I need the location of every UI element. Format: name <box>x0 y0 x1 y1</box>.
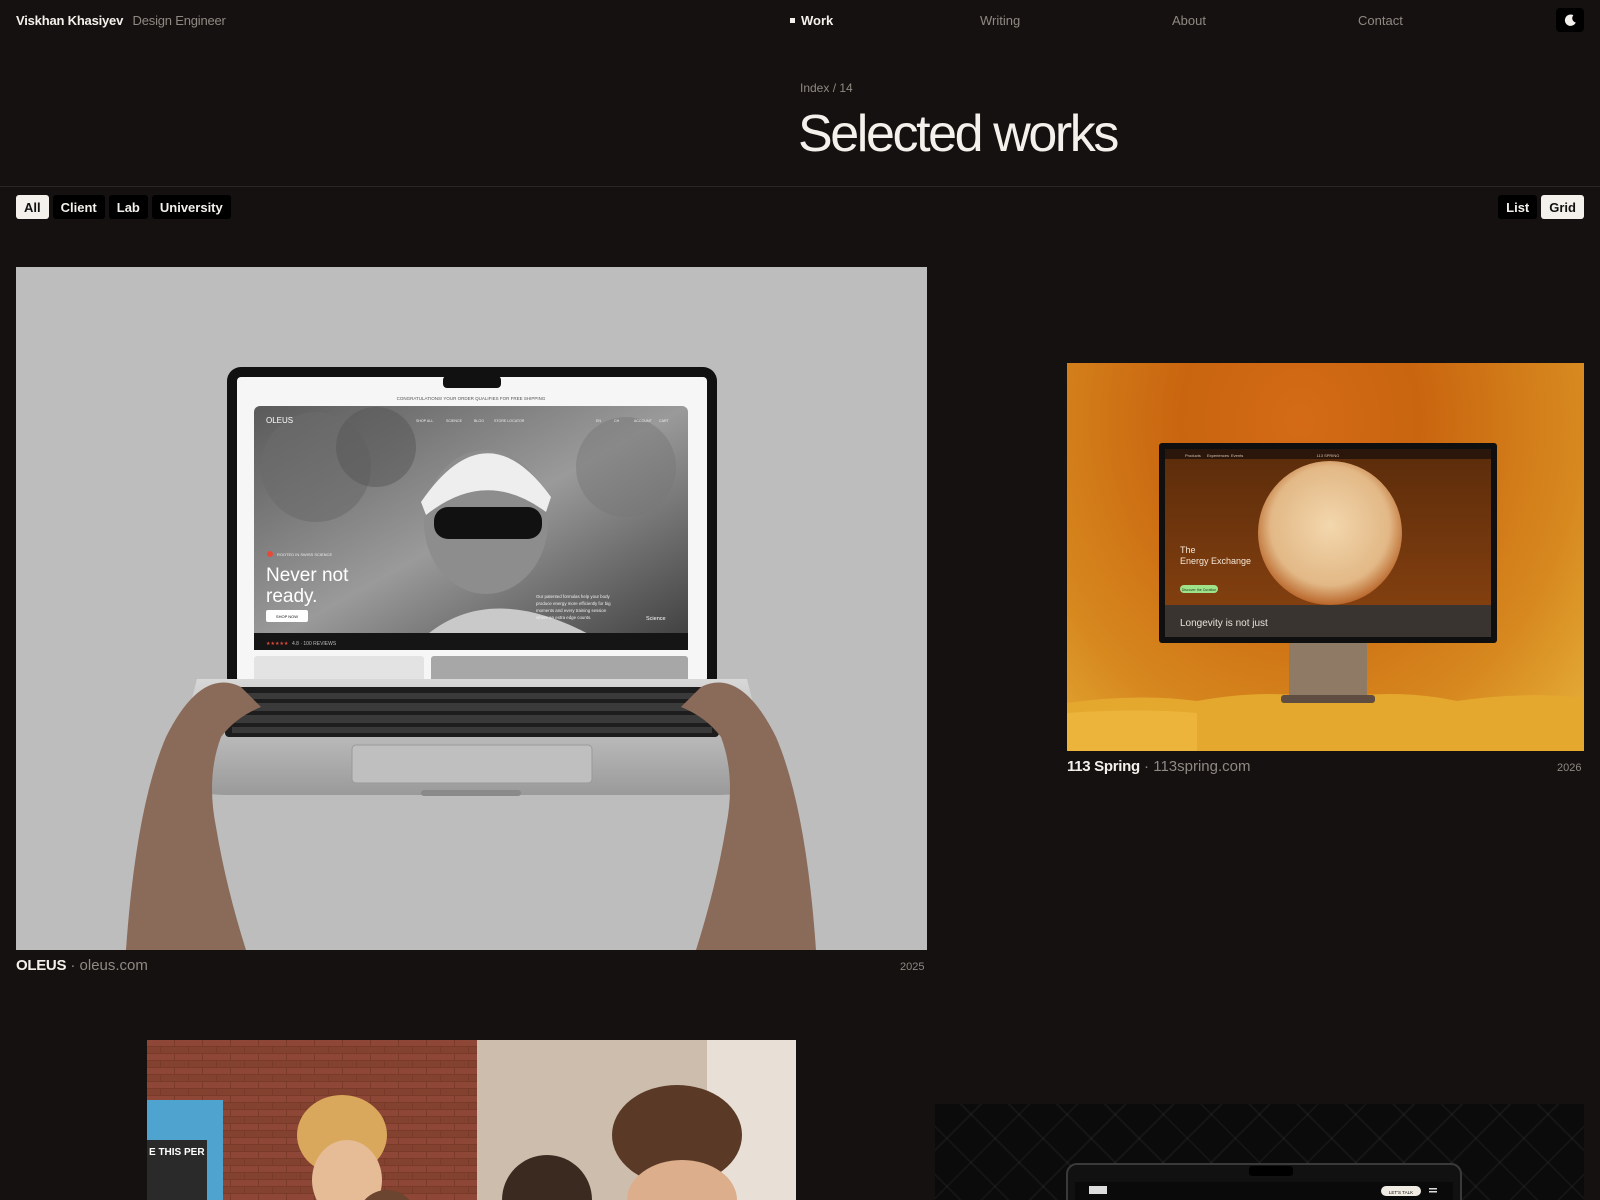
theme-toggle-button[interactable] <box>1556 8 1584 32</box>
svg-text:★★★★★: ★★★★★ <box>266 641 289 647</box>
site-header: Viskhan Khasiyev Design Engineer Work Wr… <box>0 0 1600 42</box>
index-label: Index / 14 <box>800 81 853 95</box>
oleus-site-cart: CART <box>659 419 670 423</box>
brand-name: Viskhan Khasiyev <box>16 13 124 28</box>
oleus-site-blurb-4: where an extra edge counts. <box>536 615 591 620</box>
spring-site-headline-2: Energy Exchange <box>1180 556 1251 566</box>
work-domain: 113spring.com <box>1153 758 1251 775</box>
work-year: 2025 <box>900 961 925 973</box>
oleus-site-lang-ch: CH <box>614 419 620 423</box>
spring-site-nav-events: Events <box>1231 453 1243 458</box>
filter-bar: All Client Lab University <box>16 195 231 219</box>
oleus-site-blurb-1: Our patented formulas help your body <box>536 594 611 599</box>
work-title: OLEUS <box>16 957 67 974</box>
divider <box>0 186 1600 187</box>
spring-site-button: Discover the Curation <box>1182 588 1217 592</box>
oleus-site-lang-en: EN <box>596 419 601 423</box>
nav-item-work[interactable]: Work <box>790 13 833 28</box>
oleus-site-blurb-3: moments and every training session <box>536 608 607 613</box>
oleus-site-menu-science: SCIENCE <box>446 419 463 423</box>
caption-separator: · <box>1144 758 1150 775</box>
team-photo-image: E THIS PER <box>147 1040 796 1200</box>
spring-site-headline-1: The <box>1180 545 1196 555</box>
oleus-site-badge: ROOTED IN SWISS SCIENCE <box>277 552 332 557</box>
filter-university[interactable]: University <box>151 195 231 219</box>
work-title: 113 Spring <box>1067 758 1140 775</box>
spring-site-strip-text: Longevity is not just <box>1180 618 1268 629</box>
oleus-site-menu-shop: SHOP ALL <box>416 419 433 423</box>
oleus-site-headline-2: ready. <box>266 586 317 607</box>
monitor-mockup-image: Products Experiences Events 113 SPRING T… <box>1067 443 1584 751</box>
view-toggle: List Grid <box>1498 195 1584 219</box>
dark-laptop-mockup-image: LET'S TALK <box>1066 1163 1462 1200</box>
oleus-site-cta: SHOP NOW <box>276 614 298 619</box>
oleus-promo-bar: CONGRATULATIONS! YOUR ORDER QUALIFIES FO… <box>397 396 546 401</box>
oleus-site-blurb-2: produce energy more efficiently for big <box>536 601 611 606</box>
active-indicator-icon <box>790 18 795 23</box>
oleus-site-account: ACCOUNT <box>634 419 653 423</box>
spring-site-nav-experiences: Experiences <box>1207 453 1229 458</box>
oleus-site-menu-blog: BLOG <box>474 419 484 423</box>
work-domain: oleus.com <box>79 957 148 974</box>
filter-client[interactable]: Client <box>52 195 105 219</box>
spring-site-nav-products: Products <box>1185 453 1201 458</box>
people-screen-overlay-text: E THIS PER <box>149 1147 205 1158</box>
oleus-site-logo: OLEUS <box>266 416 293 425</box>
work-card-people-thumbnail[interactable]: E THIS PER <box>147 1040 796 1200</box>
work-card-dark-thumbnail[interactable]: LET'S TALK <box>935 1104 1584 1200</box>
moon-icon <box>1564 14 1576 26</box>
work-card-oleus-caption[interactable]: OLEUS · oleus.com <box>16 957 148 974</box>
laptop-mockup-image: ★★★★★ 4.8 · 100 REVIEWS CONGRATULATIONS!… <box>126 367 816 950</box>
work-year: 2026 <box>1557 762 1582 774</box>
page-title: Selected works <box>798 105 1119 163</box>
nav-item-label: Work <box>801 13 834 28</box>
view-list-button[interactable]: List <box>1498 195 1538 219</box>
oleus-site-science-link: Science <box>646 616 666 622</box>
dark-site-talk-button: LET'S TALK <box>1389 1190 1413 1195</box>
oleus-rating: 4.8 · 100 REVIEWS <box>292 641 337 647</box>
brand[interactable]: Viskhan Khasiyev Design Engineer <box>16 13 226 28</box>
oleus-site-headline-1: Never not <box>266 565 349 586</box>
filter-all[interactable]: All <box>16 195 49 219</box>
work-card-113spring-thumbnail[interactable]: Products Experiences Events 113 SPRING T… <box>1067 363 1584 751</box>
brand-role: Design Engineer <box>132 13 226 28</box>
oleus-site-menu-store: STORE LOCATOR <box>494 419 525 423</box>
work-card-oleus-thumbnail[interactable]: ★★★★★ 4.8 · 100 REVIEWS CONGRATULATIONS!… <box>16 267 927 950</box>
nav-item-about[interactable]: About <box>1172 13 1206 28</box>
nav-item-writing[interactable]: Writing <box>980 13 1020 28</box>
spring-site-brand: 113 SPRING <box>1317 453 1340 458</box>
work-card-113spring-caption[interactable]: 113 Spring · 113spring.com <box>1067 758 1251 775</box>
caption-separator: · <box>70 957 76 974</box>
view-grid-button[interactable]: Grid <box>1541 195 1584 219</box>
nav-item-contact[interactable]: Contact <box>1358 13 1403 28</box>
filter-lab[interactable]: Lab <box>108 195 148 219</box>
